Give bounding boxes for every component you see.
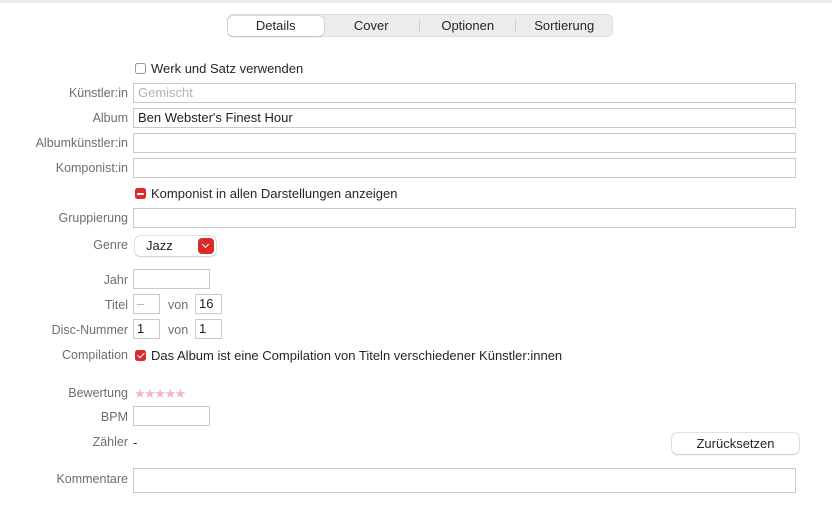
window-top-edge [0, 0, 832, 3]
compilation-checkbox-label: Das Album ist eine Compilation von Titel… [151, 348, 563, 363]
chevron-down-icon [198, 238, 214, 254]
comments-label: Kommentare [56, 472, 128, 486]
tab-details[interactable]: Details [228, 15, 324, 36]
genre-value: Jazz [146, 238, 173, 253]
show-composer-row: Komponist in allen Darstellungen anzeige… [135, 186, 397, 201]
work-movement-row: Werk und Satz verwenden [135, 61, 303, 76]
compilation-row: Das Album ist eine Compilation von Titel… [135, 348, 562, 363]
album-artist-label: Albumkünstler:in [35, 136, 128, 150]
genre-label: Genre [93, 238, 128, 252]
work-movement-checkbox[interactable] [135, 63, 146, 74]
play-count-value: - [133, 435, 138, 450]
composer-label: Komponist:in [55, 161, 128, 175]
disc-number-input[interactable]: 1 [133, 319, 160, 339]
album-artist-input[interactable] [133, 133, 796, 153]
show-composer-checkbox[interactable] [135, 188, 146, 199]
track-label: Titel [104, 298, 128, 312]
disc-of-label: von [168, 323, 189, 337]
disc-label: Disc-Nummer [51, 323, 128, 337]
bpm-label: BPM [100, 410, 128, 424]
artist-input[interactable]: Gemischt [133, 83, 796, 103]
year-input[interactable] [133, 269, 210, 289]
genre-popup[interactable]: Jazz [135, 236, 216, 256]
play-count-label: Zähler [92, 435, 128, 449]
year-label: Jahr [103, 273, 128, 287]
bpm-input[interactable] [133, 406, 210, 426]
tab-cover[interactable]: Cover [324, 15, 420, 36]
composer-input[interactable] [133, 158, 796, 178]
rating-stars[interactable]: ★★★★★ [134, 386, 186, 402]
grouping-input[interactable] [133, 208, 796, 228]
album-input[interactable]: Ben Webster's Finest Hour [133, 108, 796, 128]
artist-label: Künstler:in [68, 86, 128, 100]
compilation-checkbox[interactable] [135, 350, 146, 361]
compilation-label: Compilation [61, 348, 128, 362]
grouping-label: Gruppierung [58, 211, 129, 225]
tab-bar: Details Cover Optionen Sortierung [227, 14, 613, 37]
reset-button[interactable]: Zurücksetzen [672, 433, 799, 454]
album-label: Album [92, 111, 128, 125]
track-of-label: von [168, 298, 189, 312]
comments-input[interactable] [133, 468, 796, 493]
tab-sorting[interactable]: Sortierung [516, 15, 612, 36]
track-total-input[interactable]: 16 [195, 294, 222, 314]
show-composer-label: Komponist in allen Darstellungen anzeige… [151, 186, 398, 201]
track-number-input[interactable]: – [133, 294, 160, 314]
disc-total-input[interactable]: 1 [195, 319, 222, 339]
work-movement-label: Werk und Satz verwenden [151, 61, 304, 76]
rating-label: Bewertung [68, 386, 128, 400]
tab-options[interactable]: Optionen [420, 15, 516, 36]
